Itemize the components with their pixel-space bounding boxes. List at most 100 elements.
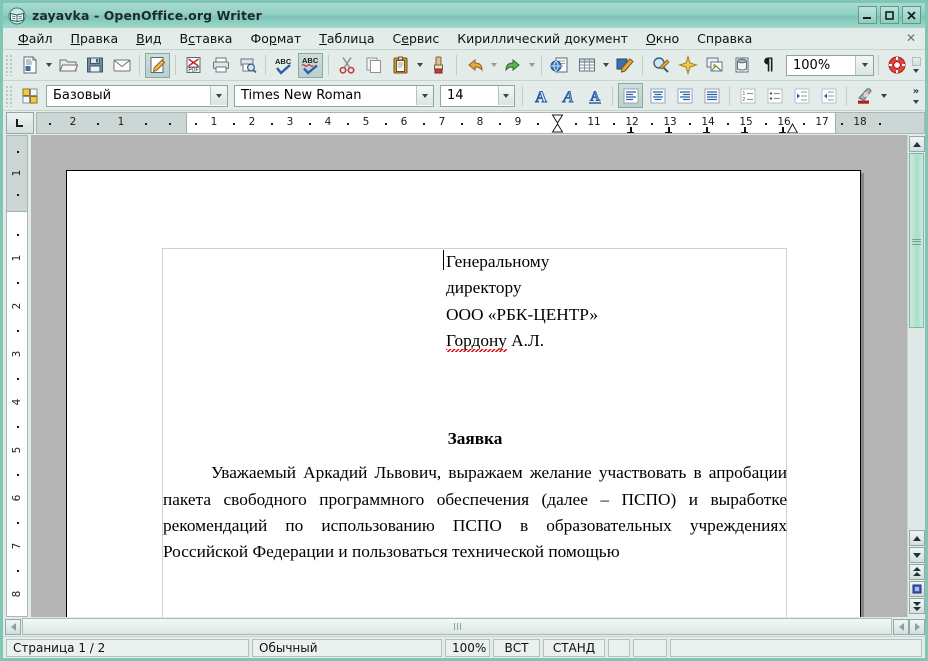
autospellcheck-icon[interactable]: ABC (298, 53, 323, 78)
scroll-down-button-2[interactable] (909, 547, 925, 563)
bulleted-list-button[interactable] (762, 83, 787, 108)
export-pdf-icon[interactable]: PDF (181, 53, 206, 78)
scroll-down-button[interactable] (909, 530, 925, 546)
first-line-indent-marker[interactable] (551, 114, 562, 123)
new-document-dropdown-icon[interactable] (43, 53, 54, 78)
status-selection-mode[interactable]: СТАНД (543, 639, 605, 657)
align-center-button[interactable] (645, 83, 670, 108)
undo-dropdown-icon[interactable] (488, 53, 499, 78)
vertical-scroll-track[interactable] (908, 153, 925, 529)
copy-icon[interactable] (361, 53, 386, 78)
close-document-button[interactable]: ✕ (906, 31, 916, 45)
italic-button[interactable]: A (555, 83, 580, 108)
menu-window[interactable]: Окно (637, 29, 688, 48)
zoom-dropdown-button[interactable] (855, 56, 873, 75)
help-icon[interactable] (884, 53, 909, 78)
zoom-combobox[interactable]: 100% (786, 55, 874, 76)
menu-view[interactable]: Вид (127, 29, 170, 48)
paste-icon[interactable] (388, 53, 413, 78)
bold-button[interactable]: A (528, 83, 553, 108)
standard-toolbar-overflow[interactable] (909, 50, 923, 79)
table-icon[interactable] (574, 53, 599, 78)
previous-page-icon[interactable] (909, 564, 925, 580)
print-preview-icon[interactable] (235, 53, 260, 78)
align-justified-button[interactable] (699, 83, 724, 108)
status-page-number[interactable]: Страница 1 / 2 (6, 639, 249, 657)
tab-stop-left-icon[interactable] (6, 112, 34, 134)
horizontal-scrollbar[interactable] (3, 617, 925, 636)
find-replace-icon[interactable] (648, 53, 673, 78)
open-folder-icon[interactable] (55, 53, 80, 78)
scroll-up-button[interactable] (909, 136, 925, 152)
toolbar-grip[interactable] (5, 54, 13, 76)
align-left-button[interactable] (618, 83, 643, 108)
menu-help[interactable]: Справка (688, 29, 761, 48)
menu-tools[interactable]: Сервис (384, 29, 449, 48)
status-page-style[interactable]: Обычный (252, 639, 442, 657)
next-page-icon[interactable] (909, 598, 925, 614)
navigator-icon[interactable] (675, 53, 700, 78)
email-document-icon[interactable] (109, 53, 134, 78)
highlighting-button[interactable] (852, 83, 877, 108)
menu-insert[interactable]: Вставка (170, 29, 241, 48)
paragraph-style-dropdown-button[interactable] (210, 86, 227, 105)
data-sources-icon[interactable] (729, 53, 754, 78)
print-icon[interactable] (208, 53, 233, 78)
table-dropdown-icon[interactable] (600, 53, 611, 78)
paragraph-style-combobox[interactable]: Базовый (46, 85, 228, 107)
status-modified-indicator[interactable] (608, 639, 630, 657)
font-name-dropdown-button[interactable] (416, 86, 433, 105)
menu-cyrillic-document[interactable]: Кириллический документ (448, 29, 637, 48)
redo-dropdown-icon[interactable] (526, 53, 537, 78)
horizontal-ruler[interactable]: 2 1 1 2 3 4 5 6 7 8 9 11 12 13 14 15 16 … (36, 112, 925, 134)
status-zoom[interactable]: 100% (445, 639, 490, 657)
paragraph-styles-icon[interactable] (17, 83, 42, 108)
highlighting-dropdown-icon[interactable] (878, 83, 889, 108)
hyperlink-icon[interactable] (547, 53, 572, 78)
decrease-indent-button[interactable] (789, 83, 814, 108)
formatting-toolbar-overflow[interactable]: » (909, 81, 923, 110)
underline-button[interactable]: A (582, 83, 607, 108)
align-right-button[interactable] (672, 83, 697, 108)
maximize-button[interactable] (880, 6, 899, 24)
hscroll-right-button[interactable] (893, 619, 909, 635)
numbered-list-button[interactable]: 1 2 (735, 83, 760, 108)
vertical-scroll-thumb[interactable] (909, 153, 924, 328)
undo-icon[interactable] (462, 53, 487, 78)
status-digital-signature[interactable] (633, 639, 667, 657)
spellcheck-icon[interactable]: ABC (271, 53, 296, 78)
show-draw-functions-icon[interactable] (612, 53, 637, 78)
horizontal-scroll-track[interactable] (22, 618, 892, 635)
document-page[interactable]: Генеральному директору ООО «РБК-ЦЕНТР» Г… (66, 170, 861, 617)
clone-formatting-icon[interactable] (426, 53, 451, 78)
formatting-marks-icon[interactable]: ¶ (756, 53, 781, 78)
formatting-toolbar-grip[interactable] (5, 85, 13, 107)
font-name-combobox[interactable]: Times New Roman (234, 85, 434, 107)
gallery-icon[interactable] (702, 53, 727, 78)
close-button[interactable] (902, 6, 921, 24)
edit-file-icon[interactable] (145, 53, 170, 78)
save-icon[interactable] (82, 53, 107, 78)
increase-indent-button[interactable] (816, 83, 841, 108)
redo-icon[interactable] (500, 53, 525, 78)
minimize-button[interactable] (858, 6, 877, 24)
hscroll-left-button[interactable] (5, 619, 21, 635)
addressee-block[interactable]: Генеральному директору ООО «РБК-ЦЕНТР» Г… (446, 249, 746, 354)
menu-format[interactable]: Формат (241, 29, 310, 48)
horizontal-scroll-thumb[interactable] (22, 618, 892, 635)
hscroll-right-button-2[interactable] (909, 619, 925, 635)
menu-file[interactable]: Файл (9, 29, 62, 48)
new-document-icon[interactable] (17, 53, 42, 78)
font-size-dropdown-button[interactable] (498, 86, 514, 105)
font-size-combobox[interactable]: 14 (440, 85, 515, 107)
menu-table[interactable]: Таблица (310, 29, 383, 48)
vertical-ruler[interactable]: 1 1 2 3 4 5 6 7 8 9 (3, 135, 31, 617)
document-text[interactable]: Генеральному директору ООО «РБК-ЦЕНТР» Г… (163, 249, 787, 566)
cut-icon[interactable] (334, 53, 359, 78)
vertical-scrollbar[interactable] (907, 135, 925, 617)
menu-edit[interactable]: Правка (62, 29, 128, 48)
right-indent-marker[interactable] (786, 123, 797, 132)
status-info[interactable] (670, 639, 922, 657)
document-canvas[interactable]: Генеральному директору ООО «РБК-ЦЕНТР» Г… (31, 135, 907, 617)
paste-dropdown-icon[interactable] (414, 53, 425, 78)
